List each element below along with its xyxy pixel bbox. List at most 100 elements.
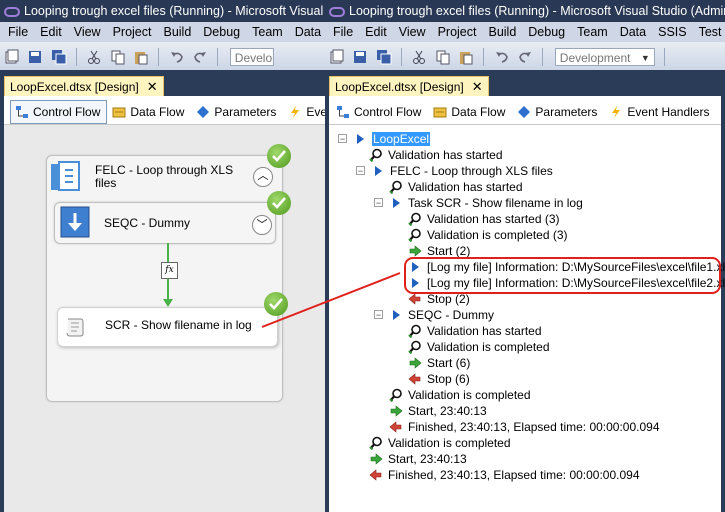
collapse-toggle[interactable]: − xyxy=(374,198,383,208)
collapse-icon[interactable]: ︿ xyxy=(253,167,273,187)
menu-debug[interactable]: Debug xyxy=(522,22,571,42)
close-tab-icon[interactable]: ✕ xyxy=(147,79,158,94)
tab-package-explorer[interactable] xyxy=(716,100,721,124)
expand-icon[interactable]: ﹀ xyxy=(252,215,272,235)
document-tab[interactable]: LoopExcel.dtsx [Design] ✕ xyxy=(329,76,489,96)
start-arrow-icon xyxy=(409,357,422,369)
control-flow-canvas[interactable]: FELC - Loop through XLS files ︿ SEQC - D… xyxy=(4,125,325,512)
magnifier-icon xyxy=(389,388,402,402)
tree-node-felc[interactable]: FELC - Loop through XLS files xyxy=(371,163,553,179)
progress-text: Validation is completed (3) xyxy=(427,228,568,242)
menu-data[interactable]: Data xyxy=(614,22,652,42)
tab-parameters[interactable]: Parameters xyxy=(191,100,283,124)
save-all-icon[interactable] xyxy=(376,49,392,65)
tab-data-flow[interactable]: Data Flow xyxy=(107,100,191,124)
menu-test[interactable]: Test xyxy=(693,22,725,42)
undo-icon[interactable] xyxy=(169,49,185,65)
document-tab-label: LoopExcel.dtsx [Design] xyxy=(335,80,464,94)
tab-control-flow[interactable]: Control Flow xyxy=(331,100,428,124)
toolbar-separator xyxy=(542,48,544,66)
progress-text: Validation is completed xyxy=(408,388,531,402)
menu-edit[interactable]: Edit xyxy=(359,22,393,42)
menu-build[interactable]: Build xyxy=(482,22,522,42)
tab-label: Parameters xyxy=(214,105,277,119)
expression-icon[interactable]: fx xyxy=(161,262,178,279)
save-icon[interactable] xyxy=(352,49,368,65)
felc-label: FELC - Loop through XLS files xyxy=(95,163,234,190)
tab-label: Control Flow xyxy=(354,105,422,119)
tree-node-seqc[interactable]: SEQC - Dummy xyxy=(389,307,494,323)
solution-config-dropdown[interactable]: Development xyxy=(229,47,274,66)
control-flow-icon xyxy=(16,106,28,118)
stop-arrow-icon xyxy=(408,293,421,305)
close-tab-icon[interactable]: ✕ xyxy=(472,79,483,94)
copy-icon[interactable] xyxy=(110,49,126,65)
toolbar-separator xyxy=(664,48,666,66)
stop-arrow-icon xyxy=(369,469,382,481)
lightning-icon xyxy=(291,106,300,118)
new-project-icon[interactable] xyxy=(4,49,20,65)
cut-icon[interactable] xyxy=(411,49,427,65)
menu-edit[interactable]: Edit xyxy=(34,22,68,42)
save-icon[interactable] xyxy=(27,49,43,65)
redo-icon[interactable] xyxy=(192,49,208,65)
node-label: FELC - Loop through XLS files xyxy=(390,164,553,178)
menu-debug[interactable]: Debug xyxy=(197,22,246,42)
copy-icon[interactable] xyxy=(435,49,451,65)
magnifier-icon xyxy=(408,228,421,242)
check-icon xyxy=(267,144,291,168)
menu-build[interactable]: Build xyxy=(157,22,197,42)
collapse-toggle[interactable]: − xyxy=(356,166,365,176)
data-flow-icon xyxy=(112,107,126,118)
collapse-toggle[interactable]: − xyxy=(338,134,347,144)
window-title: Looping trough excel files (Running) - M… xyxy=(24,4,325,18)
progress-text: Start, 23:40:13 xyxy=(408,404,487,418)
magnifier-icon xyxy=(408,212,421,226)
window-title: Looping trough excel files (Running) - M… xyxy=(349,4,725,18)
tree-node-scr[interactable]: Task SCR - Show filename in log xyxy=(389,195,583,211)
document-tab[interactable]: LoopExcel.dtsx [Design] ✕ xyxy=(4,76,164,96)
menu-team[interactable]: Team xyxy=(246,22,289,42)
progress-text: Stop (6) xyxy=(427,372,470,386)
menu-project[interactable]: Project xyxy=(432,22,483,42)
redo-icon[interactable] xyxy=(517,49,533,65)
progress-line: Validation has started xyxy=(389,179,523,195)
new-project-icon[interactable] xyxy=(329,49,345,65)
tab-event-handlers[interactable]: Event Handlers xyxy=(283,100,325,124)
menu-team[interactable]: Team xyxy=(571,22,614,42)
tree-node-package[interactable]: LoopExcel xyxy=(353,131,431,147)
progress-line: Validation is completed xyxy=(389,387,531,403)
progress-line: Validation is completed (3) xyxy=(408,227,568,243)
progress-text: Validation has started (3) xyxy=(427,212,560,226)
package-designer: Control Flow Data Flow Parameters Event … xyxy=(4,96,325,512)
highlight-ring xyxy=(404,257,721,294)
tab-parameters[interactable]: Parameters xyxy=(512,100,604,124)
menu-data[interactable]: Data xyxy=(289,22,325,42)
magnifier-icon xyxy=(369,436,382,450)
paste-icon[interactable] xyxy=(133,49,149,65)
progress-text: Stop (2) xyxy=(427,292,470,306)
tab-data-flow[interactable]: Data Flow xyxy=(428,100,512,124)
tab-event-handlers[interactable]: Event Handlers xyxy=(604,100,716,124)
tab-label: Control Flow xyxy=(33,105,101,119)
undo-icon[interactable] xyxy=(494,49,510,65)
paste-icon[interactable] xyxy=(458,49,474,65)
menu-file[interactable]: File xyxy=(0,22,34,42)
collapse-toggle[interactable]: − xyxy=(374,310,383,320)
progress-line: Start, 23:40:13 xyxy=(369,451,467,467)
menu-project[interactable]: Project xyxy=(107,22,158,42)
solution-config-dropdown[interactable]: Development ▼ xyxy=(554,47,655,66)
progress-text: Validation is completed xyxy=(427,340,550,354)
dropdown-arrow-icon: ▼ xyxy=(640,52,650,63)
tab-control-flow[interactable]: Control Flow xyxy=(10,100,108,124)
standard-toolbar: Development xyxy=(0,42,325,70)
menu-view[interactable]: View xyxy=(393,22,432,42)
menu-file[interactable]: File xyxy=(325,22,359,42)
menu-view[interactable]: View xyxy=(68,22,107,42)
menu-bar: File Edit View Project Build Debug Team Data SSI… xyxy=(325,22,725,42)
menu-ssis[interactable]: SSIS xyxy=(652,22,693,42)
progress-text: Start (6) xyxy=(427,356,471,370)
cut-icon[interactable] xyxy=(86,49,102,65)
progress-tree: − − − − LoopExcel Validation has started… xyxy=(329,125,725,512)
save-all-icon[interactable] xyxy=(51,49,67,65)
